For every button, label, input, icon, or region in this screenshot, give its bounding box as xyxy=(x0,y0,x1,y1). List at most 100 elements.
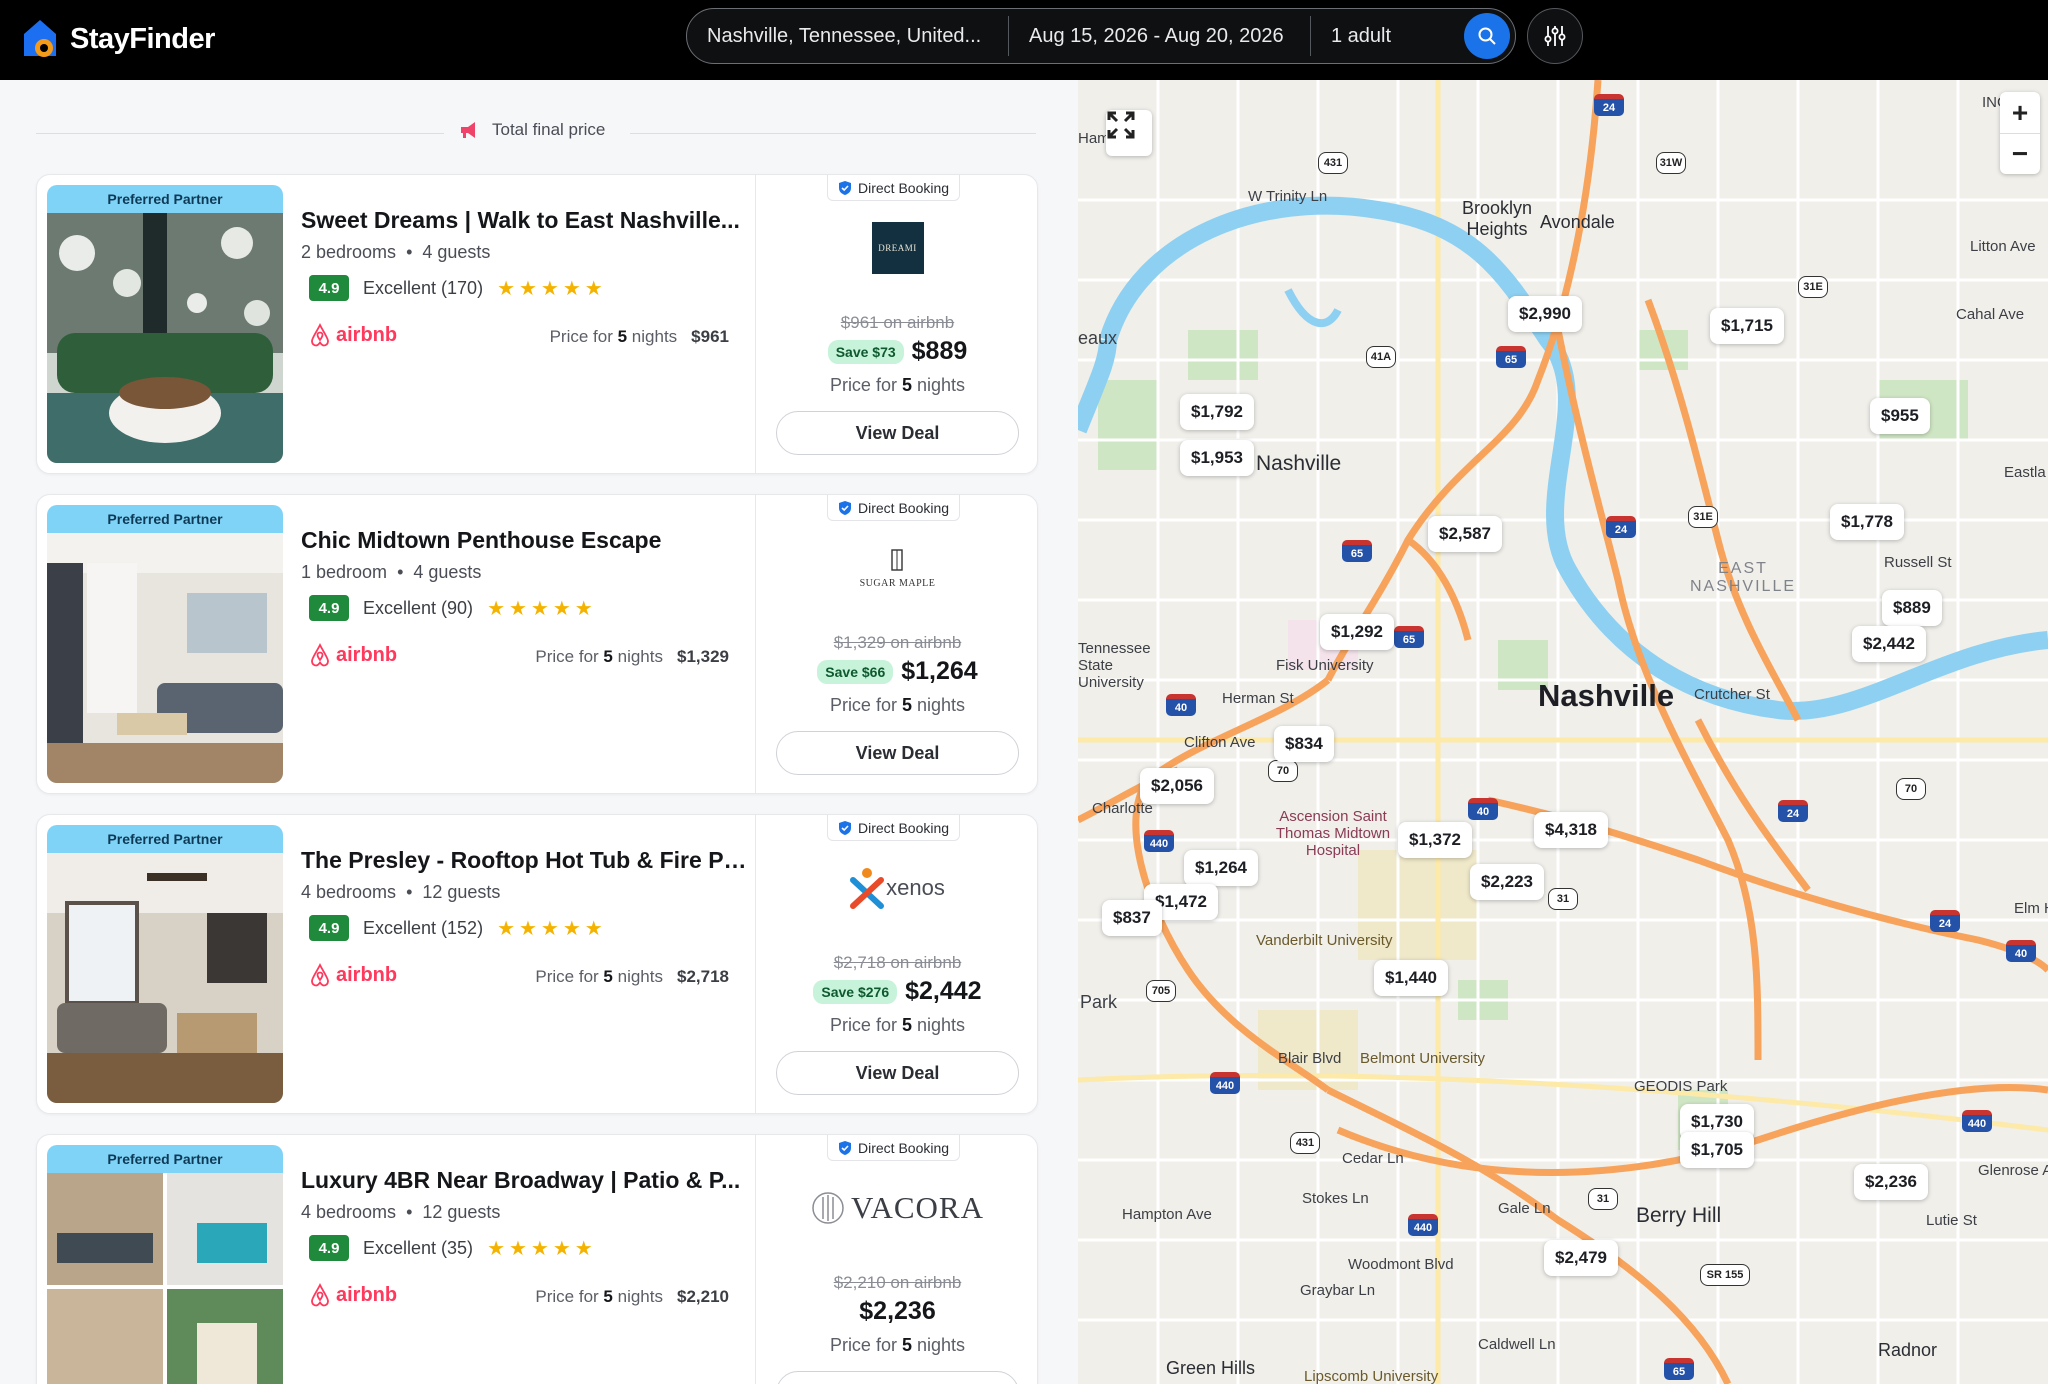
interstate-shield-icon: 65 xyxy=(1496,346,1526,368)
direct-booking-label: Direct Booking xyxy=(858,499,950,516)
view-deal-button[interactable]: View Deal xyxy=(776,731,1019,775)
price-pin[interactable]: $1,440 xyxy=(1374,960,1448,996)
price-pin[interactable]: $2,223 xyxy=(1470,864,1544,900)
deal-price-row: Save $276 $2,442 xyxy=(756,977,1039,1006)
airbnb-source: airbnb xyxy=(309,1283,397,1307)
airbnb-amount: $1,329 xyxy=(677,647,729,666)
view-deal-button[interactable]: View Deal xyxy=(776,411,1019,455)
listing-photo[interactable]: Preferred Partner xyxy=(47,1145,283,1384)
separator-dot: • xyxy=(406,1202,413,1222)
direct-booking-label: Direct Booking xyxy=(858,819,950,836)
price-pin[interactable]: $2,587 xyxy=(1428,516,1502,552)
partner-logo: SUGAR MAPLE xyxy=(756,533,1039,603)
direct-booking-tag: Direct Booking xyxy=(827,495,961,521)
price-pin[interactable]: $837 xyxy=(1102,900,1162,936)
guests: 4 guests xyxy=(422,242,491,262)
price-pin[interactable]: $1,292 xyxy=(1320,614,1394,650)
filters-button[interactable] xyxy=(1527,8,1583,64)
price-pin[interactable]: $1,953 xyxy=(1180,440,1254,476)
house-logo-icon xyxy=(22,18,58,60)
route-shield-icon: 70 xyxy=(1268,760,1298,782)
listing-card[interactable]: Preferred Partner The Presley - Rooftop … xyxy=(36,814,1038,1114)
airbnb-label: airbnb xyxy=(336,963,398,986)
map-label-gale: Gale Ln xyxy=(1498,1200,1551,1217)
airbnb-price: Price for 5 nights $1,329 xyxy=(535,647,729,667)
price-pin[interactable]: $2,990 xyxy=(1508,296,1582,332)
price-pin[interactable]: $2,442 xyxy=(1852,626,1926,662)
date-range-field[interactable]: Aug 15, 2026 - Aug 20, 2026 xyxy=(1009,16,1311,56)
price-pin[interactable]: $1,792 xyxy=(1180,394,1254,430)
price-pin[interactable]: $4,318 xyxy=(1534,812,1608,848)
partner-logo: DREAMI xyxy=(756,213,1039,283)
nights-count: 5 xyxy=(901,695,912,715)
map-label-eaux: eaux xyxy=(1078,328,1118,348)
direct-booking-tag: Direct Booking xyxy=(827,1135,961,1161)
price-pin[interactable]: $1,372 xyxy=(1398,822,1472,858)
map-label-radnor: Radnor xyxy=(1878,1340,1938,1360)
price-pin[interactable]: $2,236 xyxy=(1854,1164,1928,1200)
listing-photo[interactable]: Preferred Partner xyxy=(47,185,283,463)
top-bar: StayFinder Nashville, Tennessee, United.… xyxy=(0,0,2048,80)
view-deal-button[interactable]: View Deal xyxy=(776,1051,1019,1095)
map-label-woodmont: Woodmont Blvd xyxy=(1348,1256,1454,1273)
listing-card[interactable]: Preferred Partner Sweet Dreams | Walk to… xyxy=(36,174,1038,474)
guests-field[interactable]: 1 adult xyxy=(1311,16,1464,56)
listing-title[interactable]: The Presley - Rooftop Hot Tub & Fire Pi.… xyxy=(301,847,749,874)
price-pin[interactable]: $2,056 xyxy=(1140,768,1214,804)
preferred-partner-badge: Preferred Partner xyxy=(47,825,283,853)
original-price: $961 on airbnb xyxy=(840,313,955,332)
verified-shield-icon xyxy=(839,1140,851,1155)
view-deal-button[interactable]: View Deal xyxy=(776,1371,1019,1384)
app-logo[interactable]: StayFinder xyxy=(22,14,215,64)
airbnb-source: airbnb xyxy=(309,323,397,347)
listing-title[interactable]: Sweet Dreams | Walk to East Nashville... xyxy=(301,207,749,234)
price-pin[interactable]: $889 xyxy=(1882,590,1942,626)
interstate-shield-icon: 65 xyxy=(1394,626,1424,648)
listing-title[interactable]: Chic Midtown Penthouse Escape xyxy=(301,527,749,554)
price-prefix: Price for xyxy=(535,967,599,986)
listing-photo[interactable]: Preferred Partner xyxy=(47,825,283,1103)
listing-title[interactable]: Luxury 4BR Near Broadway | Patio & P... xyxy=(301,1167,749,1194)
airbnb-price: Price for 5 nights $2,210 xyxy=(535,1287,729,1307)
map-label-lipscomb: Lipscomb University xyxy=(1304,1368,1439,1384)
map-label-belmont: Belmont University xyxy=(1360,1050,1486,1067)
airbnb-logo-icon xyxy=(311,643,329,667)
listing-photo[interactable]: Preferred Partner xyxy=(47,505,283,783)
search-button[interactable] xyxy=(1464,13,1510,59)
price-pin[interactable]: $834 xyxy=(1274,726,1334,762)
map-label-geodis: GEODIS Park xyxy=(1634,1078,1728,1095)
interstate-shield-icon: 40 xyxy=(1468,798,1498,820)
partner-logo: VACORA xyxy=(756,1173,1039,1243)
partner-name: DREAMI xyxy=(878,243,917,253)
airbnb-logo-icon xyxy=(311,1283,329,1307)
listing-card[interactable]: Preferred Partner Luxury 4BR Near Broadw… xyxy=(36,1134,1038,1384)
direct-deal-panel: Direct Booking SUGAR MAPLE $1,329 on air… xyxy=(756,495,1039,793)
price-pin[interactable]: $955 xyxy=(1870,398,1930,434)
interstate-shield-icon: 24 xyxy=(1594,94,1624,116)
price-pin[interactable]: $1,264 xyxy=(1184,850,1258,886)
megaphone-icon xyxy=(461,122,475,138)
rating-text: Excellent (170) xyxy=(363,277,484,298)
listing-card[interactable]: Preferred Partner Chic Midtown Penthouse… xyxy=(36,494,1038,794)
price-pin[interactable]: $1,715 xyxy=(1710,308,1784,344)
price-pin[interactable]: $1,778 xyxy=(1830,504,1904,540)
price-pin[interactable]: $2,479 xyxy=(1544,1240,1618,1276)
airbnb-price: Price for 5 nights $961 xyxy=(550,327,729,347)
interstate-shield-icon: 40 xyxy=(2006,940,2036,962)
map-label-herman: Herman St xyxy=(1222,690,1294,707)
fullscreen-button[interactable] xyxy=(1106,110,1152,156)
map-panel[interactable]: Nashville Nashville Brooklyn Heights Avo… xyxy=(1078,80,2048,1384)
price-pin[interactable]: $1,705 xyxy=(1680,1132,1754,1168)
map-label-vanderbilt: Vanderbilt University xyxy=(1256,932,1393,949)
airbnb-source: airbnb xyxy=(309,963,397,987)
interstate-shield-icon: 40 xyxy=(1166,694,1196,716)
airbnb-source: airbnb xyxy=(309,643,397,667)
location-field[interactable]: Nashville, Tennessee, United... xyxy=(687,16,1009,56)
vacora-emblem-icon xyxy=(812,1192,844,1224)
zoom-in-button[interactable]: + xyxy=(2000,92,2040,133)
route-shield-icon: 31 xyxy=(1588,1188,1618,1210)
zoom-out-button[interactable]: − xyxy=(2000,133,2040,174)
rating-score: 4.9 xyxy=(309,915,349,941)
rating-row: 4.9 Excellent (152) ★★★★★ xyxy=(309,915,607,941)
map-label-nashville: Nashville xyxy=(1538,678,1675,713)
